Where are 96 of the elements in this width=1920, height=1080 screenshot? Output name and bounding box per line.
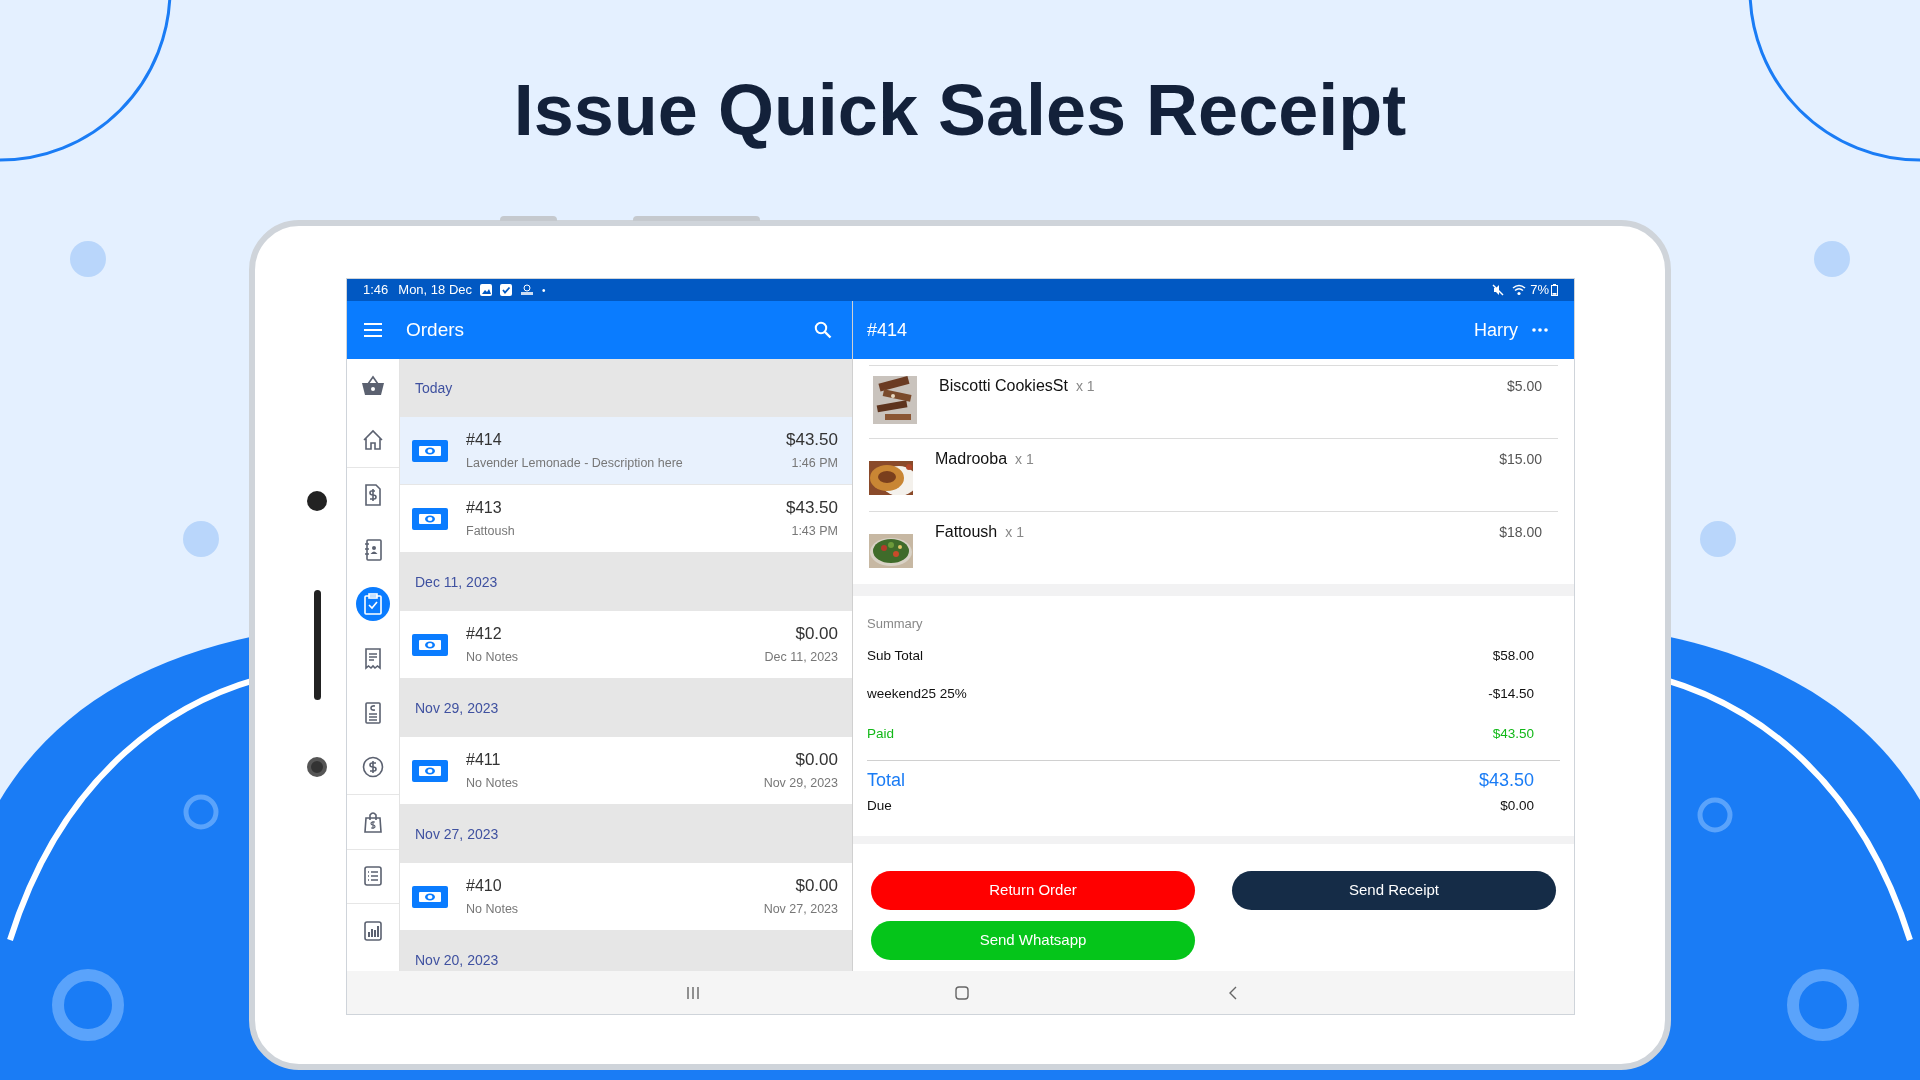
menu-icon[interactable]: [363, 322, 383, 338]
date-heading: Nov 27, 2023: [415, 824, 499, 844]
order-row[interactable]: #412 No Notes $0.00 Dec 11, 2023: [400, 611, 852, 679]
notification-dot: •: [542, 283, 546, 298]
order-amount: $0.00: [795, 876, 838, 896]
more-icon[interactable]: [1532, 328, 1548, 332]
total-label: Total: [867, 768, 906, 792]
total-value: $43.50: [1478, 768, 1534, 792]
summary-value: -$14.50: [1488, 684, 1534, 703]
order-amount: $0.00: [795, 624, 838, 644]
action-button[interactable]: Send Receipt: [1232, 871, 1556, 910]
date-heading: Today: [415, 378, 453, 398]
recent-apps-icon[interactable]: [686, 986, 700, 1000]
order-note: Fattoush: [466, 523, 515, 539]
item-name: Madrooba: [935, 449, 1008, 469]
image-icon: [480, 284, 492, 296]
order-time: 1:46 PM: [791, 455, 838, 471]
list-icon[interactable]: [363, 865, 383, 888]
order-row[interactable]: #414 Lavender Lemonade - Description here $43.50 1:46 PM: [400, 417, 852, 485]
order-time: Nov 27, 2023: [763, 901, 838, 917]
due-label: Due: [867, 796, 892, 815]
summary-value: $58.00: [1492, 646, 1534, 665]
clipboard-check-icon[interactable]: [356, 587, 390, 622]
decor-dot: [70, 241, 106, 277]
bar-chart-icon[interactable]: [363, 920, 383, 943]
decor-dot: [1814, 241, 1850, 277]
decor-dot: [1700, 521, 1736, 557]
item-name: Biscotti CookiesSt: [939, 376, 1068, 396]
summary-value: $43.50: [1492, 724, 1534, 743]
summary-label: Paid: [867, 724, 895, 743]
order-number: #412: [466, 624, 502, 644]
order-amount: $0.00: [795, 750, 838, 770]
dollar-coin-icon[interactable]: [362, 756, 384, 779]
cash-icon: [412, 507, 448, 530]
home-button-icon[interactable]: [955, 986, 969, 1000]
item-quantity: x 1: [1005, 523, 1024, 542]
item-quantity: x 1: [1075, 377, 1095, 396]
battery-text: 7%: [1530, 281, 1549, 300]
date-heading: Nov 29, 2023: [415, 698, 499, 718]
item-name: Fattoush: [935, 522, 998, 542]
summary-heading: Summary: [867, 615, 923, 633]
battery-icon: [1551, 284, 1558, 296]
order-number: #413: [466, 498, 502, 518]
due-value: $0.00: [1500, 796, 1534, 815]
cash-icon: [412, 439, 448, 462]
shopping-bag-icon[interactable]: [363, 810, 383, 833]
order-amount: $43.50: [786, 430, 838, 450]
date-heading: Dec 11, 2023: [415, 572, 498, 592]
order-amount: $43.50: [786, 498, 838, 518]
cash-icon: [412, 759, 448, 782]
order-row[interactable]: #413 Fattoush $43.50 1:43 PM: [400, 485, 852, 553]
document-icon[interactable]: [363, 702, 383, 725]
order-number: #414: [466, 430, 502, 450]
date-text: Mon, 18 Dec: [398, 281, 472, 300]
date-heading: Nov 20, 2023: [415, 950, 499, 970]
order-time: Dec 11, 2023: [764, 649, 838, 665]
mute-icon: [1492, 284, 1505, 296]
notification-icon: [520, 284, 534, 296]
decor-ring: [183, 794, 219, 830]
decor-ring: [52, 969, 124, 1041]
action-button[interactable]: Return Order: [871, 871, 1195, 910]
item-price: $15.00: [1499, 450, 1542, 469]
summary-label: Sub Total: [867, 646, 924, 665]
order-note: No Notes: [466, 775, 519, 791]
back-icon[interactable]: [1228, 986, 1238, 1000]
decor-ring: [1697, 797, 1733, 833]
order-row[interactable]: #410 No Notes $0.00 Nov 27, 2023: [400, 863, 852, 931]
page-headline: Issue Quick Sales Receipt: [513, 70, 1407, 150]
wifi-icon: [1512, 284, 1527, 296]
item-price: $18.00: [1499, 523, 1542, 542]
header-title: Orders: [406, 317, 465, 342]
basket-icon[interactable]: [361, 375, 385, 398]
order-number: #411: [466, 750, 501, 770]
receipt-icon[interactable]: [363, 647, 383, 670]
decor-dot: [183, 521, 219, 557]
order-time: 1:43 PM: [791, 523, 838, 539]
search-icon[interactable]: [814, 321, 832, 339]
order-note: No Notes: [466, 901, 519, 917]
order-note: No Notes: [466, 649, 519, 665]
contact-book-icon[interactable]: [363, 538, 383, 561]
clock-text: 1:46: [363, 281, 389, 300]
order-title: #414: [867, 318, 908, 342]
check-icon: [500, 284, 512, 296]
order-row[interactable]: #411 No Notes $0.00 Nov 29, 2023: [400, 737, 852, 805]
user-name: Harry: [1474, 318, 1518, 342]
order-time: Nov 29, 2023: [763, 775, 838, 791]
order-number: #410: [466, 876, 502, 896]
home-icon[interactable]: [362, 429, 384, 452]
cash-icon: [412, 633, 448, 656]
cash-icon: [412, 885, 448, 908]
dollar-document-icon[interactable]: [363, 484, 383, 507]
order-note: Lavender Lemonade - Description here: [466, 455, 683, 471]
item-quantity: x 1: [1015, 450, 1034, 469]
decor-ring: [1787, 969, 1859, 1041]
summary-label: weekend25 25%: [867, 684, 967, 703]
item-price: $5.00: [1506, 377, 1542, 396]
